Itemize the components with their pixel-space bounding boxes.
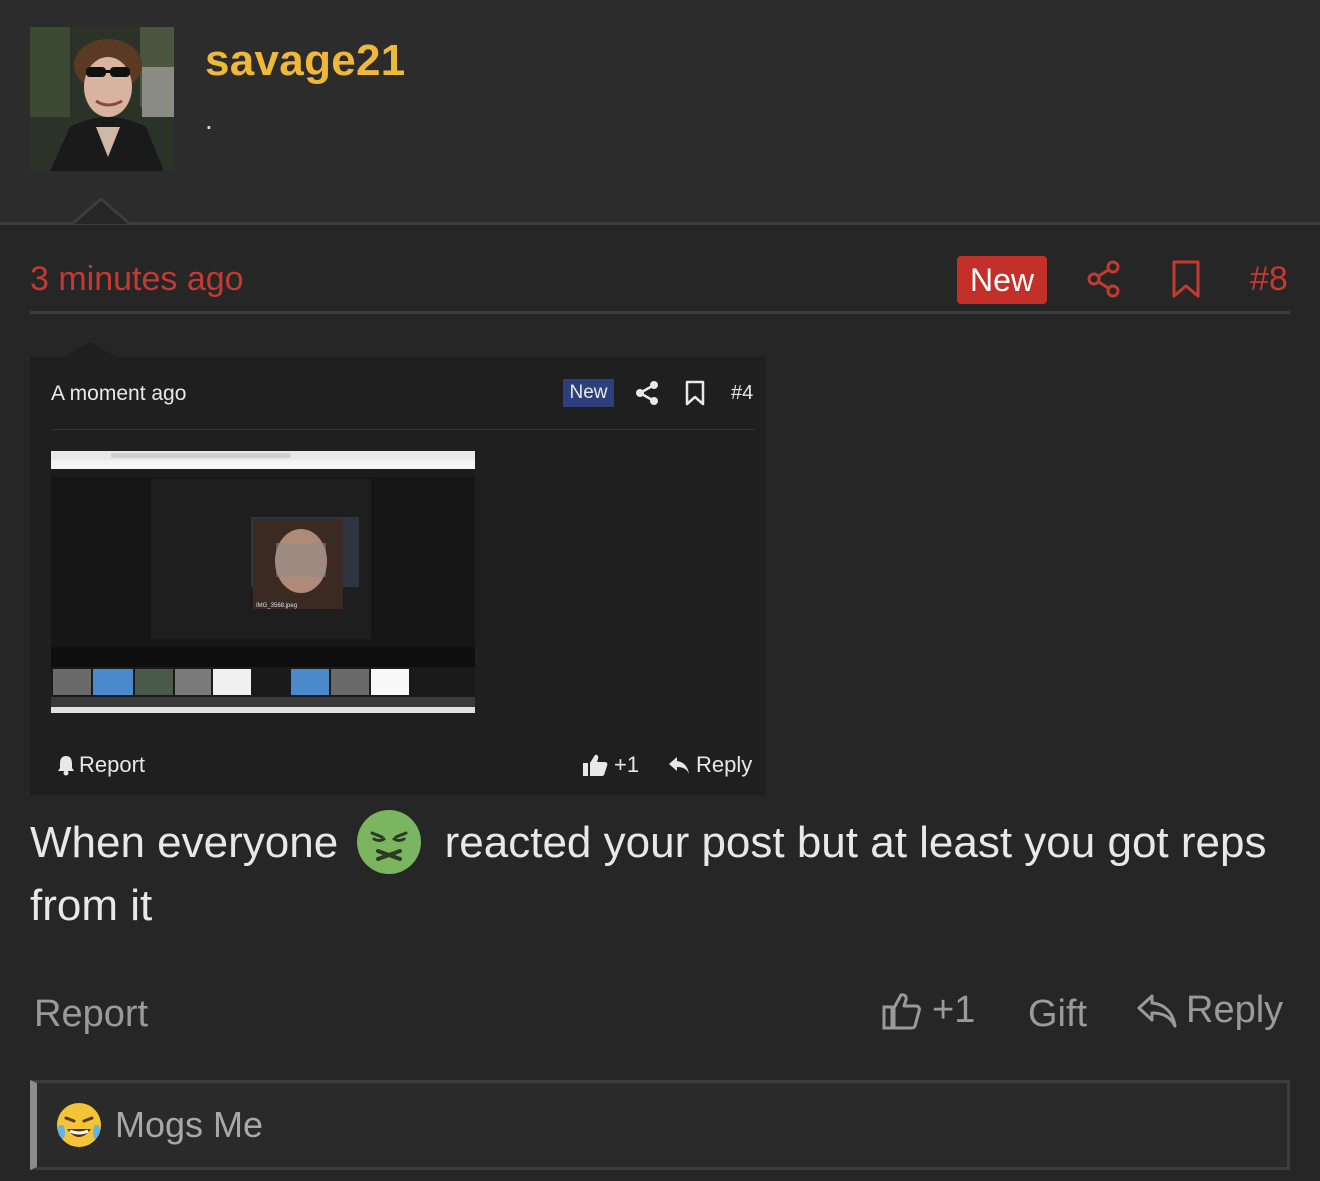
post-actions: Report +1 Gift Reply xyxy=(30,985,1290,1045)
reply-label: Reply xyxy=(1186,989,1284,1031)
quoted-report-label: Report xyxy=(79,752,146,777)
post-time[interactable]: 3 minutes ago xyxy=(30,260,244,299)
reply-button[interactable]: Reply xyxy=(1136,989,1283,1032)
post-number[interactable]: #8 xyxy=(1250,260,1288,299)
reactions-bar[interactable]: Mogs Me xyxy=(30,1080,1290,1170)
reply-icon xyxy=(669,757,689,774)
reply-outline-icon xyxy=(1137,994,1177,1027)
like-count: +1 xyxy=(932,989,976,1031)
gift-button[interactable]: Gift xyxy=(1028,993,1087,1036)
new-badge: New xyxy=(957,256,1047,304)
header-divider xyxy=(0,222,1320,225)
report-button[interactable]: Report xyxy=(34,993,148,1036)
quoted-reply-button[interactable]: Reply xyxy=(668,752,752,778)
quoted-bookmark-icon[interactable] xyxy=(682,379,708,407)
quoted-like-count: +1 xyxy=(614,752,640,777)
quoted-share-icon[interactable] xyxy=(634,379,660,407)
like-button[interactable]: +1 xyxy=(882,989,975,1032)
quoted-like-button[interactable]: +1 xyxy=(582,752,639,778)
reactions-label: Mogs Me xyxy=(115,1104,264,1145)
post-body-text-start: When everyone xyxy=(30,818,339,867)
username[interactable]: savage21 xyxy=(205,36,406,86)
post-body: When everyone reacted your post but at l… xyxy=(30,810,1300,937)
crying-laughing-icon xyxy=(57,1103,101,1147)
bookmark-icon[interactable] xyxy=(1168,259,1204,299)
share-icon[interactable] xyxy=(1086,259,1122,299)
bell-icon xyxy=(58,756,74,776)
post-header: savage21 . xyxy=(0,0,1320,224)
thumbs-up-icon xyxy=(583,754,608,776)
quoted-post-number[interactable]: #4 xyxy=(731,382,753,405)
user-avatar[interactable] xyxy=(30,27,174,171)
quoted-report-button[interactable]: Report xyxy=(56,752,145,778)
header-arrow-icon xyxy=(72,198,130,226)
quoted-reply-label: Reply xyxy=(696,752,753,777)
quoted-post-time[interactable]: A moment ago xyxy=(51,382,186,406)
quoted-post[interactable]: A moment ago New #4 IMG_3568.jpeg Report… xyxy=(30,357,766,795)
nauseated-face-icon xyxy=(357,810,422,875)
quoted-divider xyxy=(51,429,755,430)
quoted-new-badge: New xyxy=(563,379,614,407)
post-meta: 3 minutes ago New #8 xyxy=(30,254,1290,314)
thumbs-up-outline-icon xyxy=(882,992,921,1029)
user-title: . xyxy=(205,104,213,135)
quoted-screenshot-image[interactable]: IMG_3568.jpeg xyxy=(51,451,475,713)
quoted-actions: Report +1 Reply xyxy=(51,752,755,782)
quoted-image-caption: IMG_3568.jpeg xyxy=(256,603,297,609)
